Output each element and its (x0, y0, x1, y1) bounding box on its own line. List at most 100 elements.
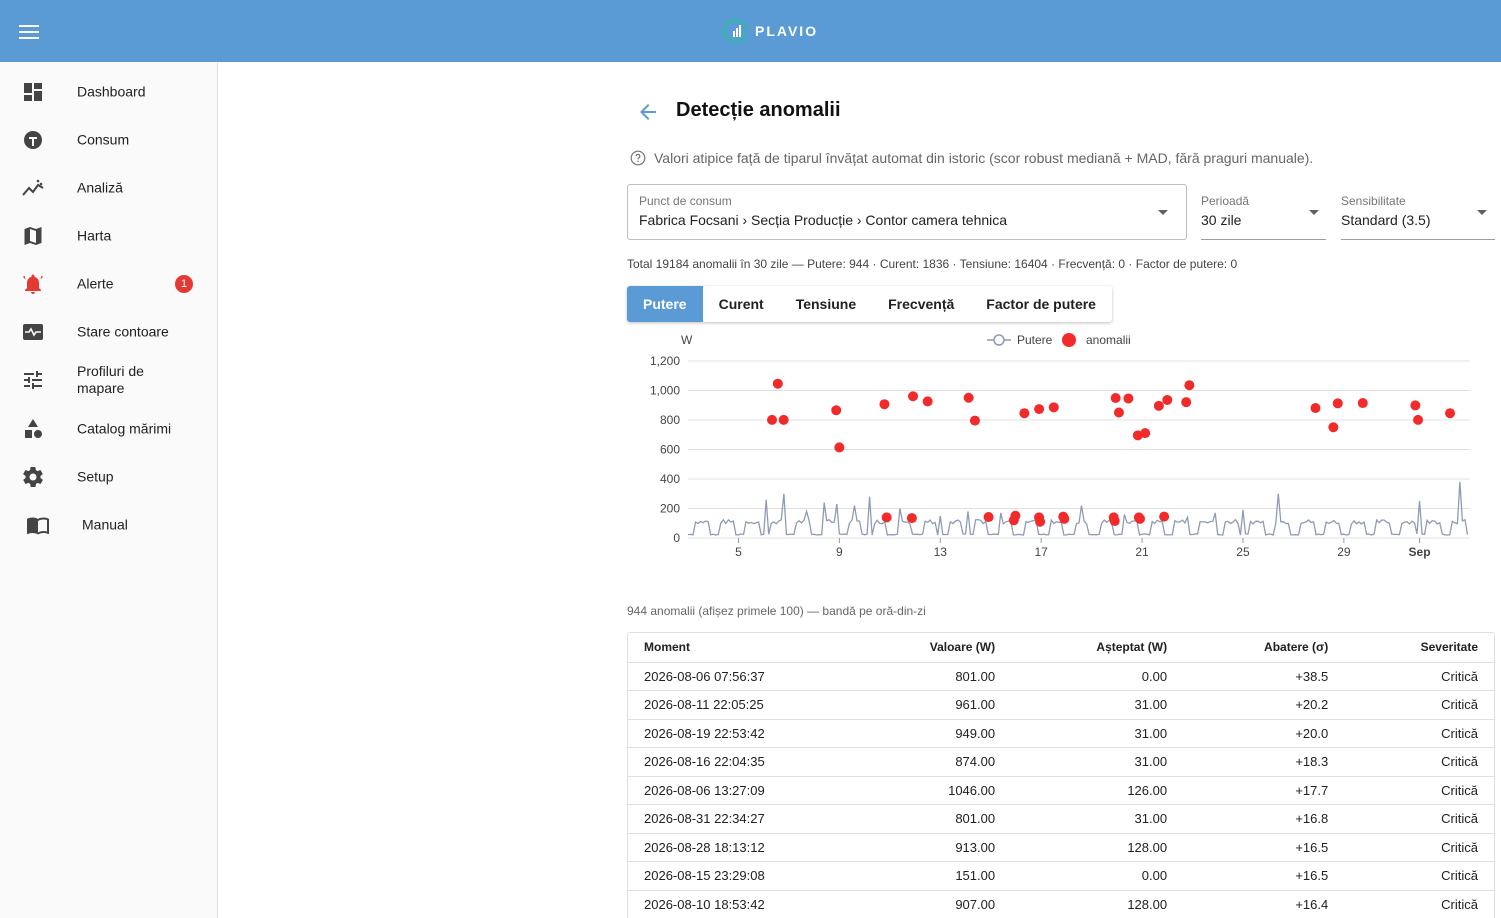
table-row[interactable]: 2026-08-06 13:27:09 1046.00 126.00 +17.7 Cri… (628, 776, 1494, 805)
cell-asteptat: 128.00 (1011, 833, 1184, 862)
sidebar-item-label: Alerte (77, 275, 114, 292)
cell-asteptat: 126.00 (1011, 776, 1184, 805)
table-row[interactable]: 2026-08-06 07:56:37 801.00 0.00 +38.5 Critic… (628, 662, 1494, 691)
cell-asteptat: 128.00 (1011, 890, 1184, 918)
sidebar-item-harta[interactable]: Harta (0, 214, 217, 258)
anomaly-point (1310, 403, 1321, 414)
table-caption: 944 anomalii (afișez primele 100) — band… (627, 604, 926, 618)
tab-putere[interactable]: Putere (627, 286, 703, 322)
anomaly-point (831, 405, 842, 416)
sidebar-item-dashboard[interactable]: Dashboard (0, 70, 217, 114)
chevron-down-icon (1158, 210, 1168, 215)
cell-abatere: +18.3 (1183, 747, 1345, 777)
cell-severitate: Critică (1344, 662, 1494, 691)
cell-valoare: 801.00 (848, 804, 1012, 834)
anomaly-point (1123, 393, 1134, 404)
table-row[interactable]: 2026-08-16 22:04:35 874.00 31.00 +18.3 Criti… (628, 747, 1494, 777)
sidebar-item-label: Manual (82, 516, 128, 533)
column-header-moment[interactable]: Moment (628, 633, 848, 663)
plavio-logo-icon (722, 18, 748, 44)
column-header-severitate[interactable]: Severitate (1344, 633, 1494, 663)
consumption-point-value: Fabrica Focsani › Secția Producție › Con… (639, 212, 1008, 228)
anomaly-chart: 0 200 400 600 800 1,000 1,200 W 5 9 13 17 21 25 29 Sep P… (627, 332, 1497, 582)
anomaly-chart-svg: 0 200 400 600 800 1,000 1,200W 5 9 13 17 21 25 29 Sep P… (650, 333, 1470, 559)
anomaly-point (1134, 513, 1145, 524)
cell-moment: 2026-08-06 13:27:09 (628, 776, 848, 805)
y-axis-label: W (681, 333, 693, 347)
brand-name: PLAVIO (755, 23, 819, 39)
sidebar-item-label: Profiluri de mapare (77, 363, 144, 396)
sidebar-item-manual[interactable]: Manual (0, 503, 217, 547)
tab-factor-putere[interactable]: Factor de putere (970, 286, 1112, 322)
cell-valoare: 1046.00 (848, 776, 1012, 805)
table-row[interactable]: 2026-08-11 22:05:25 961.00 31.00 +20.2 Criti… (628, 690, 1494, 720)
cell-valoare: 913.00 (848, 833, 1012, 862)
table-row[interactable]: 2026-08-15 23:29:08 151.00 0.00 +16.5 Critic… (628, 861, 1494, 891)
anomaly-point (767, 414, 778, 425)
cell-severitate: Critică (1344, 833, 1494, 862)
sidebar-item-catalog-marimi[interactable]: Catalog mărimi (0, 407, 217, 451)
sidebar-item-label: Catalog mărimi (77, 420, 172, 437)
x-tick-label: Sep (1409, 545, 1431, 559)
brand[interactable]: PLAVIO (722, 16, 818, 46)
menu-icon[interactable] (19, 25, 39, 39)
sensitivity-select[interactable]: Sensibilitate Standard (3.5) (1341, 184, 1495, 240)
monitor-heart-icon (23, 324, 43, 340)
cell-severitate: Critică (1344, 719, 1494, 748)
column-header-abatere[interactable]: Abatere (σ) (1183, 633, 1345, 663)
table-row[interactable]: 2026-08-28 18:13:12 913.00 128.00 +16.5 Crit… (628, 833, 1494, 862)
tab-tensiune[interactable]: Tensiune (780, 286, 872, 322)
anomaly-point (983, 512, 994, 523)
sidebar-item-consum[interactable]: Consum (0, 118, 217, 162)
tab-curent[interactable]: Curent (703, 286, 780, 322)
sensitivity-label: Sensibilitate (1341, 194, 1406, 208)
consumption-point-label: Punct de consum (639, 194, 732, 208)
anomaly-point (1413, 414, 1424, 425)
cell-moment: 2026-08-10 18:53:42 (628, 890, 848, 918)
table-row[interactable]: 2026-08-10 18:53:42 907.00 128.00 +16.4 Crit… (628, 890, 1494, 918)
column-header-valoare[interactable]: Valoare (W) (848, 633, 1012, 663)
cell-abatere: +17.7 (1183, 776, 1345, 805)
anomaly-point (908, 391, 919, 402)
cell-asteptat: 31.00 (1011, 719, 1184, 748)
bell-alert-icon (23, 274, 43, 294)
anomaly-point (969, 415, 980, 426)
analytics-icon (22, 179, 44, 196)
sidebar-item-setup[interactable]: Setup (0, 455, 217, 499)
anomaly-point (1332, 398, 1343, 409)
table-row[interactable]: 2026-08-19 22:53:42 949.00 31.00 +20.0 Criti… (628, 719, 1494, 748)
sidebar-item-label: Stare contoare (77, 323, 169, 340)
meter-icon (24, 131, 42, 149)
anomaly-point (1159, 511, 1170, 522)
cell-moment: 2026-08-16 22:04:35 (628, 747, 848, 777)
anomaly-point (1445, 408, 1456, 419)
sidebar-item-stare-contoare[interactable]: Stare contoare (0, 310, 217, 354)
period-select[interactable]: Perioadă 30 zile (1201, 184, 1326, 240)
sidebar-item-alerte[interactable]: Alerte 1 (0, 262, 217, 306)
anomaly-point (906, 513, 917, 524)
consumption-point-select[interactable]: Punct de consum Fabrica Focsani › Secția… (627, 184, 1187, 240)
anomaly-point (1181, 397, 1192, 408)
anomaly-point (1008, 515, 1019, 526)
anomaly-point (1410, 400, 1421, 411)
cell-valoare: 907.00 (848, 890, 1012, 918)
help-text: Valori atipice față de tiparul învățat a… (630, 150, 1313, 166)
y-tick-label: 600 (660, 443, 680, 457)
anomaly-point (963, 392, 974, 403)
anomaly-point (1110, 393, 1121, 404)
x-tick-label: 13 (934, 545, 948, 559)
column-header-asteptat[interactable]: Așteptat (W) (1011, 633, 1184, 663)
sidebar-item-analiza[interactable]: Analiză (0, 166, 217, 210)
legend-label-putere: Putere (1017, 333, 1053, 347)
table-row[interactable]: 2026-08-31 22:34:27 801.00 31.00 +16.8 Criti… (628, 804, 1494, 834)
cell-severitate: Critică (1344, 776, 1494, 805)
cell-valoare: 949.00 (848, 719, 1012, 748)
anomaly-point (1162, 394, 1173, 405)
anomaly-point (834, 442, 845, 453)
anomaly-point (1109, 516, 1120, 527)
sidebar-item-profiluri-mapare[interactable]: Profiluri de mapare (0, 358, 217, 402)
main-content: Detecție anomalii Valori atipice față de… (218, 62, 1501, 918)
cell-moment: 2026-08-28 18:13:12 (628, 833, 848, 862)
back-arrow-icon[interactable] (636, 100, 660, 124)
tab-frecventa[interactable]: Frecvență (872, 286, 970, 322)
